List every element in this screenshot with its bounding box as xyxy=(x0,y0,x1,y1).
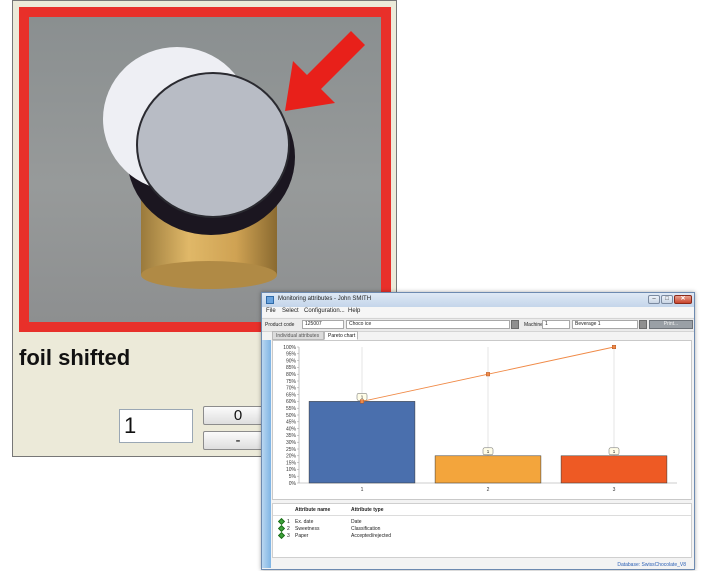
x-tick-label: 1 xyxy=(361,487,364,493)
y-tick-label: 50% xyxy=(286,413,297,419)
menu-file[interactable]: File xyxy=(266,308,276,314)
pareto-chart: 0%5%10%15%20%25%30%35%40%45%50%55%60%65%… xyxy=(283,344,677,493)
attribute-name: Paper xyxy=(295,533,309,539)
cumulative-point xyxy=(485,372,490,377)
bar-3 xyxy=(560,455,668,484)
attribute-type: Accepted/rejected xyxy=(351,533,392,539)
side-accent-strip xyxy=(262,340,271,568)
window-title: Monitoring attributes - John SMITH xyxy=(278,296,372,302)
y-tick-label: 70% xyxy=(286,386,297,392)
print-button[interactable]: Print... xyxy=(649,320,693,329)
y-tick-label: 60% xyxy=(286,399,297,405)
y-tick-label: 95% xyxy=(286,352,297,358)
x-tick-label: 3 xyxy=(613,487,616,493)
x-tick-label: 2 xyxy=(487,487,490,493)
monitoring-attributes-window: Monitoring attributes - John SMITH – □ ✕… xyxy=(261,292,695,570)
bar-2 xyxy=(434,455,542,484)
tab-pareto-chart[interactable]: Pareto chart xyxy=(324,331,358,340)
header-divider xyxy=(273,515,691,516)
y-tick-label: 0% xyxy=(289,481,297,487)
defect-photo xyxy=(29,17,381,322)
cumulative-point xyxy=(612,344,617,349)
product-code-field[interactable]: 125007 xyxy=(302,320,344,329)
menu-configuration[interactable]: Configuration... xyxy=(304,308,345,314)
app-icon xyxy=(266,296,274,304)
pointer-arrow-icon xyxy=(285,31,365,111)
machine-name-field[interactable]: Beverage 1 xyxy=(572,320,638,329)
database-status: Database: SwissChocolate_V8 xyxy=(617,562,686,568)
minimize-button[interactable]: – xyxy=(648,295,660,304)
toolbar: Product code 125007 Choco ice Machine 1 … xyxy=(262,318,694,332)
y-tick-label: 65% xyxy=(286,392,297,398)
y-tick-label: 45% xyxy=(286,420,297,426)
menu-bar: File Select Configuration... Help xyxy=(262,307,694,317)
row-number: 3 xyxy=(287,533,290,539)
y-tick-label: 55% xyxy=(286,406,297,412)
bar-1 xyxy=(308,401,416,484)
diamond-icon xyxy=(277,531,286,540)
y-tick-label: 25% xyxy=(286,447,297,453)
cumulative-point xyxy=(359,399,364,404)
y-tick-label: 20% xyxy=(286,454,297,460)
y-tick-label: 40% xyxy=(286,426,297,432)
defect-label: foil shifted xyxy=(19,345,131,370)
y-tick-label: 85% xyxy=(286,365,297,371)
menu-help[interactable]: Help xyxy=(348,308,360,314)
close-button[interactable]: ✕ xyxy=(674,295,692,304)
y-tick-label: 15% xyxy=(286,460,297,466)
col-header-attribute-type: Attribute type xyxy=(351,507,384,513)
y-tick-label: 5% xyxy=(289,474,297,480)
menu-select[interactable]: Select xyxy=(282,308,299,314)
y-tick-label: 90% xyxy=(286,358,297,364)
machine-label: Machine xyxy=(524,322,543,328)
product-name-field[interactable]: Choco ice xyxy=(346,320,510,329)
product-code-label: Product code xyxy=(265,322,295,328)
title-bar[interactable]: Monitoring attributes - John SMITH – □ ✕ xyxy=(262,293,694,308)
y-tick-label: 100% xyxy=(283,345,296,351)
machine-dropdown-button[interactable] xyxy=(639,320,647,329)
attribute-table: Attribute name Attribute type 1 Ex. date… xyxy=(272,503,692,558)
count-input[interactable]: 1 xyxy=(119,409,193,443)
tab-individual-attributes[interactable]: Individual attributes xyxy=(272,331,324,340)
foil-lid xyxy=(136,72,290,218)
table-row[interactable]: 3 Paper Accepted/rejected xyxy=(273,531,691,540)
pareto-chart-panel: 0% 5% 10% 15% 20% 25% 30% 35% 40% 45% 50% 55% 60% 65%… xyxy=(272,340,692,500)
maximize-button[interactable]: □ xyxy=(661,295,673,304)
y-tick-label: 75% xyxy=(286,379,297,385)
machine-number-field[interactable]: 1 xyxy=(542,320,570,329)
col-header-attribute-name: Attribute name xyxy=(295,507,331,513)
product-dropdown-button[interactable] xyxy=(511,320,519,329)
y-tick-label: 10% xyxy=(286,467,297,473)
defect-photo-frame xyxy=(19,7,391,332)
y-tick-label: 80% xyxy=(286,372,297,378)
y-tick-label: 30% xyxy=(286,440,297,446)
y-tick-label: 35% xyxy=(286,433,297,439)
